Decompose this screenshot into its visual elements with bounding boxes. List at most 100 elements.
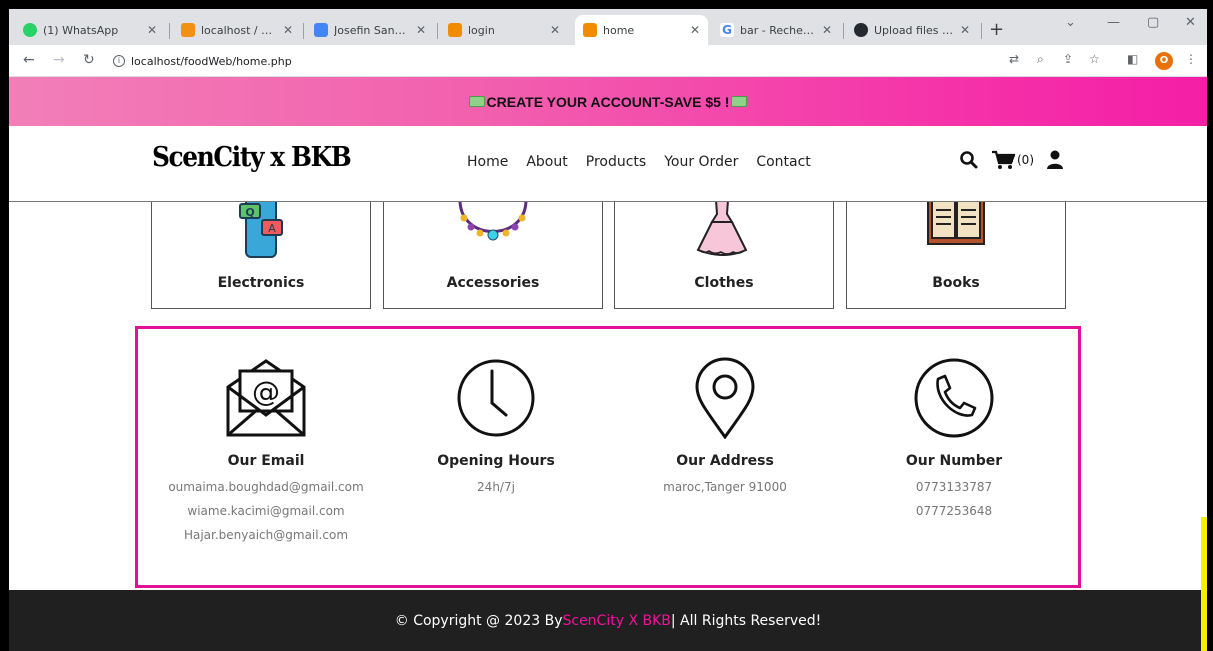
reload-button[interactable]: ↻ xyxy=(83,52,95,68)
close-icon[interactable]: ✕ xyxy=(690,23,700,37)
translate-icon[interactable]: ⇄ xyxy=(1009,52,1019,66)
tab-title: home xyxy=(603,23,635,37)
tab-github[interactable]: Upload files - Ou ✕ xyxy=(846,15,978,45)
address-bar: ← → ↻ i localhost/foodWeb/home.php ⇄ ⌕ ⇪… xyxy=(9,45,1207,77)
category-card-electronics[interactable]: Q A Electronics xyxy=(151,202,371,309)
close-icon[interactable]: ✕ xyxy=(822,23,832,37)
contact-title: Our Number xyxy=(905,453,1003,469)
category-card-accessories[interactable]: Accessories xyxy=(383,202,603,309)
nav-about[interactable]: About xyxy=(526,154,567,170)
contact-title: Our Address xyxy=(676,453,774,469)
zoom-icon[interactable]: ⌕ xyxy=(1037,52,1044,67)
category-card-books[interactable]: Books xyxy=(846,202,1066,309)
phone-icon xyxy=(914,358,994,438)
contact-address: Our Address maroc,Tanger 91000 xyxy=(605,329,845,499)
svg-text:@: @ xyxy=(252,375,280,408)
phone-number[interactable]: 0777253648 xyxy=(834,499,1074,523)
money-icon xyxy=(468,96,485,107)
tab-google-search[interactable]: G bar - Recherche ✕ xyxy=(712,15,840,45)
back-button[interactable]: ← xyxy=(23,52,35,68)
url-field[interactable]: i localhost/foodWeb/home.php xyxy=(113,50,292,72)
contact-lines: maroc,Tanger 91000 xyxy=(605,475,845,499)
cart-count[interactable]: (0) xyxy=(1017,153,1034,167)
contact-title: Our Email xyxy=(227,453,305,469)
header-icons: (0) xyxy=(959,150,1064,170)
url-text[interactable]: localhost/foodWeb/home.php xyxy=(131,55,292,68)
nav-home[interactable]: Home xyxy=(467,154,508,170)
category-label: Electronics xyxy=(217,275,305,291)
email-address[interactable]: wiame.kacimi@gmail.com xyxy=(146,499,386,523)
tab-google-fonts[interactable]: Josefin Sans - Go ✕ xyxy=(306,15,434,45)
email-address[interactable]: oumaima.boughdad@gmail.com xyxy=(146,475,386,499)
new-tab-button[interactable]: + xyxy=(989,19,1004,40)
tab-title: Josefin Sans - Go xyxy=(334,23,410,37)
close-icon[interactable]: ✕ xyxy=(147,23,157,37)
forward-button[interactable]: → xyxy=(53,52,65,68)
google-fonts-icon xyxy=(314,23,328,37)
github-icon xyxy=(854,23,868,37)
clock-icon xyxy=(457,359,535,437)
nav-contact[interactable]: Contact xyxy=(756,154,810,170)
minimize-button[interactable]: — xyxy=(1107,15,1120,30)
footer-brand[interactable]: ScenCity X BKB xyxy=(562,613,670,629)
search-icon[interactable] xyxy=(959,150,979,170)
main-nav: Home About Products Your Order Contact xyxy=(467,154,811,170)
tab-bar: (1) WhatsApp ✕ localhost / 127.0. ✕ Jose… xyxy=(9,9,1207,45)
close-icon[interactable]: ✕ xyxy=(416,23,426,37)
email-address[interactable]: Hajar.benyaich@gmail.com xyxy=(146,523,386,547)
tab-title: Upload files - Ou xyxy=(874,23,954,37)
category-label: Books xyxy=(932,275,980,291)
site-logo[interactable]: ScenCity x BKB xyxy=(152,142,352,173)
site-header: ScenCity x BKB Home About Products Your … xyxy=(9,126,1207,202)
phpmyadmin-icon xyxy=(181,23,195,37)
tab-title: (1) WhatsApp xyxy=(43,23,119,37)
nav-your-order[interactable]: Your Order xyxy=(664,154,738,170)
promo-text: CREATE YOUR ACCOUNT-SAVE $5 ! xyxy=(486,93,730,110)
contact-number: Our Number 0773133787 0777253648 xyxy=(834,329,1074,523)
scroll-indicator[interactable] xyxy=(1201,517,1207,651)
tab-home[interactable]: home ✕ xyxy=(575,15,708,45)
share-icon[interactable]: ⇪ xyxy=(1063,52,1073,66)
tab-whatsapp[interactable]: (1) WhatsApp ✕ xyxy=(15,15,165,45)
tab-phpmyadmin[interactable]: localhost / 127.0. ✕ xyxy=(173,15,301,45)
info-icon[interactable]: i xyxy=(113,55,125,67)
email-icon: @ xyxy=(226,359,306,437)
contact-info-box: @ Our Email oumaima.boughdad@gmail.com w… xyxy=(135,326,1081,588)
address-text: maroc,Tanger 91000 xyxy=(663,480,787,494)
contact-hours: Opening Hours 24h/7j xyxy=(376,329,616,499)
user-icon[interactable] xyxy=(1046,150,1064,170)
money-icon xyxy=(731,96,748,107)
menu-kebab-icon[interactable]: ⋮ xyxy=(1185,52,1197,66)
close-icon[interactable]: ✕ xyxy=(550,23,560,37)
tab-login[interactable]: login ✕ xyxy=(440,15,568,45)
promo-banner[interactable]: CREATE YOUR ACCOUNT-SAVE $5 ! xyxy=(9,77,1207,126)
contact-title: Opening Hours xyxy=(437,453,555,469)
cart-icon[interactable] xyxy=(991,150,1015,170)
page-icon xyxy=(583,23,597,37)
web-page: CREATE YOUR ACCOUNT-SAVE $5 ! ScenCity x… xyxy=(9,77,1207,651)
nav-products[interactable]: Products xyxy=(586,154,646,170)
category-card-clothes[interactable]: Clothes xyxy=(614,202,834,309)
contact-lines: 0773133787 0777253648 xyxy=(834,475,1074,523)
maximize-button[interactable]: ▢ xyxy=(1147,15,1159,30)
profile-avatar[interactable]: O xyxy=(1155,52,1173,70)
bookmark-star-icon[interactable]: ☆ xyxy=(1089,52,1100,66)
side-panel-icon[interactable]: ◧ xyxy=(1127,52,1138,66)
copyright-text: © Copyright @ 2023 By xyxy=(394,612,563,629)
phone-number[interactable]: 0773133787 xyxy=(834,475,1074,499)
tab-search-icon[interactable]: ⌄ xyxy=(1065,15,1076,30)
category-label: Accessories xyxy=(446,275,540,291)
necklace-icon xyxy=(458,202,528,241)
site-footer: © Copyright @ 2023 By ScenCity X BKB | A… xyxy=(9,590,1207,651)
location-pin-icon xyxy=(695,357,755,439)
hours-text: 24h/7j xyxy=(477,480,515,494)
category-label: Clothes xyxy=(694,275,754,291)
tab-title: login xyxy=(468,23,495,37)
close-window-button[interactable]: ✕ xyxy=(1185,15,1196,30)
close-icon[interactable]: ✕ xyxy=(960,23,970,37)
tab-title: bar - Recherche xyxy=(740,23,816,37)
google-icon: G xyxy=(720,23,734,37)
close-icon[interactable]: ✕ xyxy=(283,23,293,37)
rights-text: | All Rights Reserved! xyxy=(670,612,822,629)
browser-window: (1) WhatsApp ✕ localhost / 127.0. ✕ Jose… xyxy=(9,9,1207,651)
